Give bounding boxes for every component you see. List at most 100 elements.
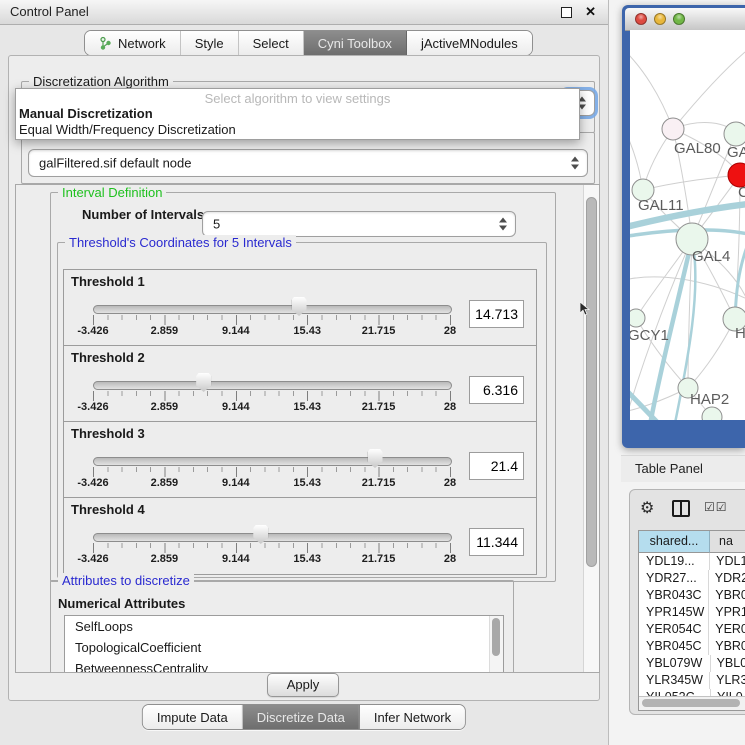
- network-window-titlebar: [625, 8, 745, 31]
- popup-item-manual-discretization[interactable]: Manual Discretization: [16, 106, 579, 122]
- network-node-label: GCY1: [630, 327, 669, 344]
- tab-jactivemnodules[interactable]: jActiveMNodules: [407, 31, 532, 55]
- attributes-group-label: Attributes to discretize: [58, 573, 194, 588]
- number-of-intervals-combo[interactable]: 5: [202, 211, 516, 237]
- slider-ticks: [93, 391, 451, 401]
- algorithm-popup-prompt: Select algorithm to view settings: [16, 91, 579, 106]
- cell-name[interactable]: YPR1: [709, 604, 745, 621]
- threshold-value-field[interactable]: [469, 452, 524, 480]
- cell-name[interactable]: YDR2: [709, 570, 745, 587]
- tab-cyni-toolbox[interactable]: Cyni Toolbox: [304, 31, 407, 55]
- cell-shared-name[interactable]: YDL19...: [639, 553, 710, 570]
- table-data-combo-value: galFiltered.sif default node: [39, 156, 191, 171]
- tab-network[interactable]: Network: [85, 31, 181, 55]
- settings-scrollbar-thumb[interactable]: [586, 197, 597, 567]
- table-row[interactable]: YPR145WYPR1: [639, 604, 745, 621]
- cell-shared-name[interactable]: YPR145W: [639, 604, 709, 621]
- tab-style[interactable]: Style: [181, 31, 239, 55]
- attribute-item[interactable]: BetweennessCentrality: [65, 658, 503, 673]
- cell-shared-name[interactable]: YER054C: [639, 621, 709, 638]
- close-icon[interactable]: ✕: [585, 4, 596, 20]
- cell-name[interactable]: YBR0: [709, 638, 745, 655]
- thresholds-group-label: Threshold's Coordinates for 5 Intervals: [65, 235, 296, 250]
- network-node-label: C: [738, 184, 745, 201]
- table-row[interactable]: YBL079WYBL0: [639, 655, 745, 672]
- attribute-item[interactable]: SelfLoops: [65, 616, 503, 637]
- slider-track[interactable]: [93, 305, 452, 314]
- tick-label: -3.426: [77, 477, 108, 489]
- tick-label: 21.715: [362, 477, 396, 489]
- column-header-name[interactable]: na: [710, 531, 745, 553]
- horizontal-scrollbar[interactable]: [639, 696, 745, 710]
- table-data-combo[interactable]: galFiltered.sif default node: [28, 149, 588, 177]
- list-scrollbar-thumb[interactable]: [492, 618, 500, 656]
- table-row[interactable]: YBR043CYBR0: [639, 587, 745, 604]
- network-node[interactable]: [724, 122, 745, 146]
- table-panel-title: Table Panel: [635, 461, 703, 476]
- tab-label: Select: [253, 36, 289, 51]
- horizontal-scrollbar-thumb[interactable]: [642, 699, 740, 707]
- table-header-row: shared... na: [639, 531, 745, 553]
- tab-label: Style: [195, 36, 224, 51]
- popup-item-equal-width-frequency[interactable]: Equal Width/Frequency Discretization: [16, 122, 579, 138]
- column-header-shared-name[interactable]: shared...: [639, 531, 710, 553]
- tab-label: Network: [118, 36, 166, 51]
- float-window-icon[interactable]: [561, 7, 572, 18]
- threshold-panel: Threshold 2 -3.4262.8599.14415.4321.7152…: [63, 345, 537, 423]
- checkbox-filter-icons[interactable]: ☑☑: [704, 500, 728, 514]
- table-row[interactable]: YBR045CYBR0: [639, 638, 745, 655]
- slider-ticks: [93, 543, 451, 553]
- slider-track[interactable]: [93, 533, 452, 542]
- numerical-attributes-list[interactable]: SelfLoopsTopologicalCoefficientBetweenne…: [64, 615, 504, 673]
- cell-name[interactable]: YLR3: [710, 672, 745, 689]
- network-node[interactable]: [662, 118, 684, 140]
- slider-track[interactable]: [93, 457, 452, 466]
- threshold-value-field[interactable]: [469, 300, 524, 328]
- cell-shared-name[interactable]: YBR045C: [639, 638, 709, 655]
- slider-track[interactable]: [93, 381, 452, 390]
- gear-icon[interactable]: ⚙: [640, 498, 654, 518]
- traffic-close-icon[interactable]: [635, 13, 647, 25]
- network-canvas[interactable]: GAL80GAGAL11GAL4GCY1HAHAP2C: [630, 30, 745, 420]
- cell-shared-name[interactable]: YLR345W: [639, 672, 710, 689]
- list-scrollbar[interactable]: [489, 616, 503, 673]
- tab-label: jActiveMNodules: [421, 36, 518, 51]
- tab-infer-network[interactable]: Infer Network: [360, 705, 465, 729]
- network-node[interactable]: [630, 309, 645, 327]
- traffic-zoom-icon[interactable]: [673, 13, 685, 25]
- table-row[interactable]: YDL19...YDL1: [639, 553, 745, 570]
- tick-label: -3.426: [77, 325, 108, 337]
- tab-impute-data[interactable]: Impute Data: [143, 705, 243, 729]
- threshold-panel: Threshold 4 -3.4262.8599.14415.4321.7152…: [63, 497, 537, 575]
- control-panel-window: Control Panel ✕ NetworkStyleSelectCyni T…: [0, 0, 609, 745]
- tick-label: 15.43: [293, 477, 321, 489]
- tab-label: Infer Network: [374, 710, 451, 725]
- mouse-cursor: [580, 302, 592, 316]
- node-table: shared... na YDL19...YDL1YDR27...YDR2YBR…: [638, 530, 745, 711]
- threshold-value-field[interactable]: [469, 376, 524, 404]
- tab-discretize-data[interactable]: Discretize Data: [243, 705, 360, 729]
- cell-shared-name[interactable]: YBR043C: [639, 587, 709, 604]
- attribute-item[interactable]: TopologicalCoefficient: [65, 637, 503, 658]
- threshold-title: Threshold 3: [71, 426, 145, 441]
- cell-shared-name[interactable]: YBL079W: [639, 655, 711, 672]
- cell-shared-name[interactable]: YDR27...: [639, 570, 709, 587]
- settings-scrollbar[interactable]: [583, 185, 599, 672]
- table-row[interactable]: YDR27...YDR2: [639, 570, 745, 587]
- numerical-attributes-heading: Numerical Attributes: [58, 596, 185, 611]
- network-node-label: GAL4: [692, 248, 730, 265]
- traffic-minimize-icon[interactable]: [654, 13, 666, 25]
- network-node-label: GA: [727, 144, 745, 161]
- table-row[interactable]: YER054CYER0: [639, 621, 745, 638]
- cell-name[interactable]: YBL0: [711, 655, 745, 672]
- cell-name[interactable]: YBR0: [709, 587, 745, 604]
- cell-name[interactable]: YER0: [709, 621, 745, 638]
- threshold-value-field[interactable]: [469, 528, 524, 556]
- threshold-title: Threshold 1: [71, 274, 145, 289]
- network-edge: [630, 277, 745, 298]
- table-row[interactable]: YLR345WYLR3: [639, 672, 745, 689]
- cell-name[interactable]: YDL1: [710, 553, 745, 570]
- apply-button[interactable]: Apply: [267, 673, 339, 697]
- column-layout-icon[interactable]: [672, 500, 690, 517]
- tab-select[interactable]: Select: [239, 31, 304, 55]
